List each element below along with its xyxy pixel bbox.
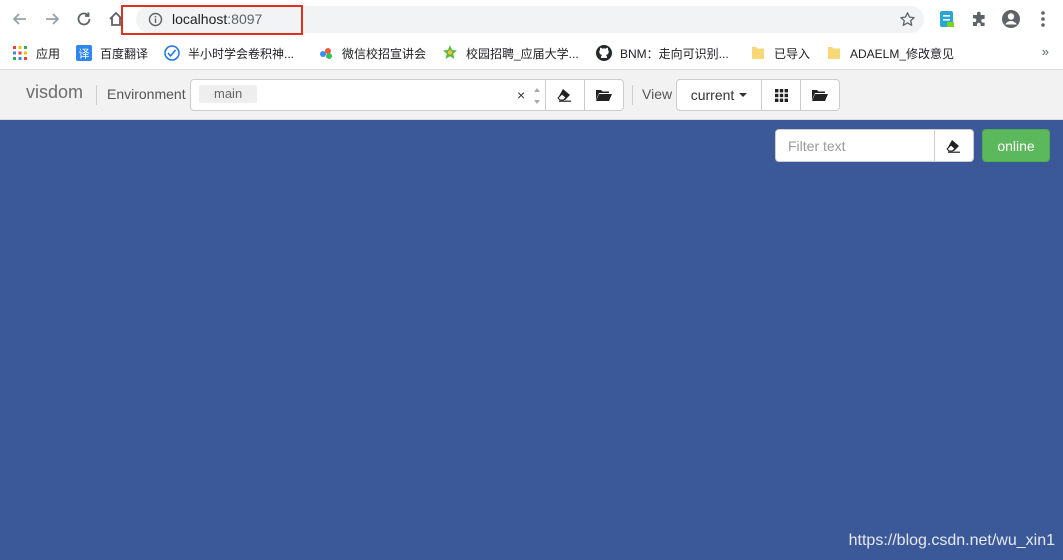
svg-text:译: 译	[79, 48, 90, 61]
bookmark-label: 百度翻译	[100, 46, 149, 61]
clear-filter-button[interactable]	[934, 129, 974, 162]
view-current-label: current	[690, 87, 735, 103]
account-avatar-icon	[1002, 10, 1020, 28]
dots-icon	[318, 45, 334, 61]
back-arrow-icon	[12, 13, 26, 25]
manage-environments-button[interactable]	[584, 79, 624, 111]
browser-menu-button[interactable]	[1033, 9, 1053, 29]
visdom-logo[interactable]: visdom	[26, 82, 83, 103]
eraser-icon	[946, 139, 960, 153]
bookmark-bnm[interactable]: BNM：走向可识别...	[596, 44, 729, 62]
bookmark-baidu-translate[interactable]: 译 百度翻译	[76, 44, 148, 62]
bookmark-star-icon[interactable]	[899, 11, 916, 28]
folder-open-icon	[812, 90, 828, 101]
bookmark-label: ADAELM_修改意见	[850, 46, 955, 61]
filter-group	[775, 129, 974, 162]
forward-arrow-icon	[46, 13, 60, 25]
environment-spinner-icon[interactable]	[531, 83, 543, 109]
environment-select[interactable]: main ×	[190, 79, 546, 111]
bookmark-label: 微信校招宣讲会	[342, 46, 427, 61]
bookmark-conv-net[interactable]: 半小时学会卷积神...	[164, 44, 294, 62]
extension-button[interactable]	[937, 9, 957, 29]
bookmark-wechat-campus[interactable]: 微信校招宣讲会	[318, 44, 426, 62]
connection-status-button[interactable]: online	[982, 129, 1050, 162]
profile-button[interactable]	[1001, 9, 1021, 29]
puzzle-icon	[973, 11, 985, 26]
browser-chrome: localhost:8097 应用 译 百度翻译 半小时学会卷积神... 微信校…	[0, 0, 1063, 70]
filter-text-input[interactable]	[775, 129, 935, 162]
folder-open-icon	[596, 90, 612, 101]
bookmark-label: 校园招聘_应届大学...	[466, 46, 579, 61]
manage-views-button[interactable]	[800, 79, 840, 111]
globe-icon	[164, 45, 180, 61]
bookmark-folder-adaelm[interactable]: ADAELM_修改意见	[826, 44, 954, 62]
clear-environment-button[interactable]	[545, 79, 585, 111]
chevron-down-icon	[739, 93, 748, 97]
forward-button[interactable]	[41, 8, 63, 30]
github-icon	[596, 45, 612, 61]
bookmarks-overflow-button[interactable]: »	[1042, 44, 1049, 59]
star-badge-icon	[442, 45, 458, 61]
bookmark-apps[interactable]: 应用	[12, 44, 60, 62]
bookmark-label: 半小时学会卷积神...	[188, 46, 295, 61]
repack-view-button[interactable]	[761, 79, 801, 111]
folder-icon	[826, 45, 842, 61]
extensions-menu-button[interactable]	[969, 9, 989, 29]
bookmark-label: 应用	[36, 46, 61, 61]
grid-icon	[774, 88, 788, 102]
kebab-menu-icon	[1041, 11, 1045, 27]
url-highlight-box	[121, 5, 303, 35]
bookmark-label: BNM：走向可识别...	[620, 46, 729, 61]
bookmark-folder-imported[interactable]: 已导入	[750, 44, 810, 62]
back-button[interactable]	[9, 8, 31, 30]
view-label: View	[642, 86, 673, 102]
environment-tag[interactable]: main	[199, 85, 258, 103]
folder-icon	[750, 45, 766, 61]
divider	[632, 85, 633, 105]
divider	[96, 85, 97, 105]
environment-label: Environment	[107, 86, 186, 102]
bookmarks-bar: 应用 译 百度翻译 半小时学会卷积神... 微信校招宣讲会 校园招聘_应届大学.…	[0, 38, 1063, 68]
apps-grid-icon	[12, 45, 28, 61]
visdom-toolbar: visdom Environment main × View current	[0, 70, 1063, 120]
reload-icon	[77, 12, 91, 26]
bookmark-campus-recruit[interactable]: 校园招聘_应届大学...	[442, 44, 579, 62]
eraser-icon	[557, 89, 571, 102]
translate-icon: 译	[76, 45, 92, 61]
view-select-dropdown[interactable]: current	[676, 79, 762, 111]
address-row: localhost:8097	[0, 0, 1063, 38]
bookmark-label: 已导入	[774, 46, 811, 61]
watermark-text: https://blog.csdn.net/wu_xin1	[848, 532, 1055, 549]
environment-clear-icon[interactable]: ×	[517, 87, 525, 103]
reload-button[interactable]	[73, 8, 95, 30]
extension-document-icon	[940, 11, 954, 27]
